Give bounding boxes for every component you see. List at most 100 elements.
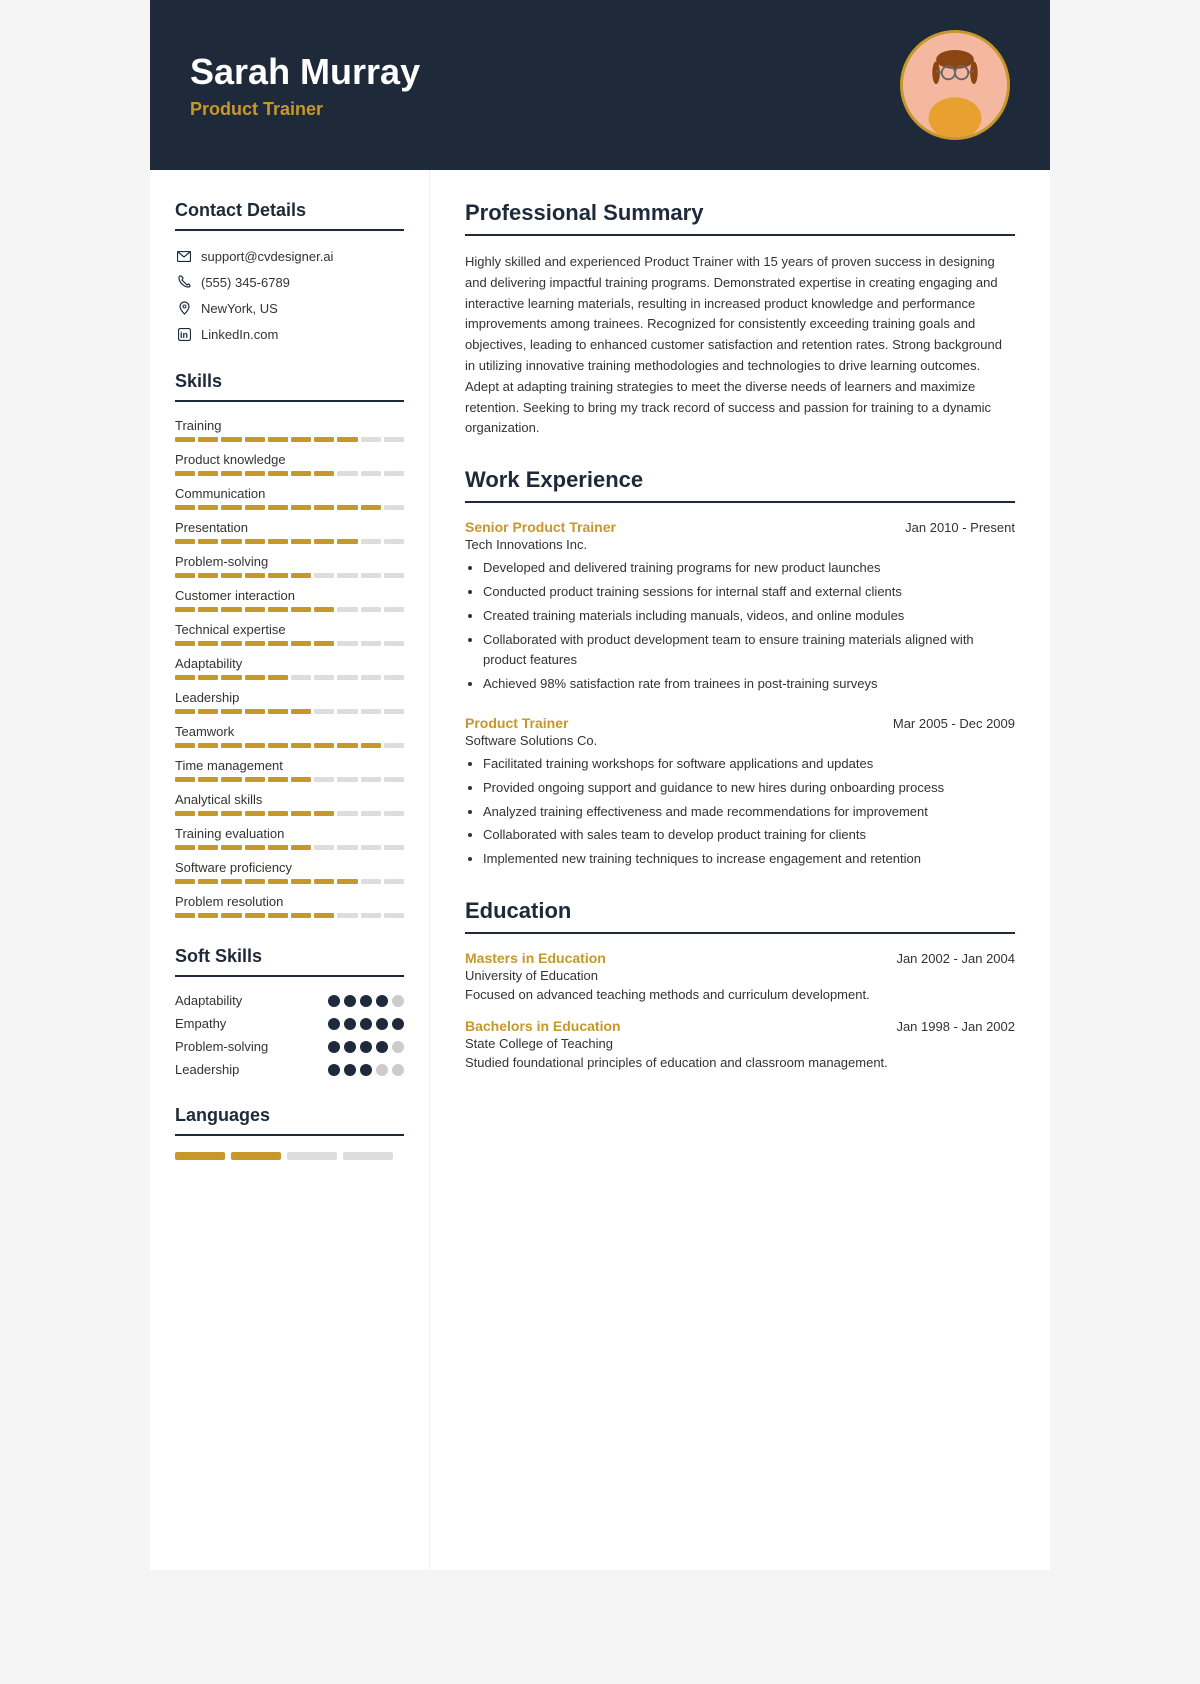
dot <box>360 1018 372 1030</box>
skill-segment <box>245 879 265 884</box>
skill-segment <box>291 913 311 918</box>
skill-segment <box>198 811 218 816</box>
contact-title: Contact Details <box>175 200 404 221</box>
skill-segment <box>337 573 357 578</box>
job-company: Tech Innovations Inc. <box>465 537 1015 552</box>
skill-segment <box>221 675 241 680</box>
job-bullet: Conducted product training sessions for … <box>483 582 1015 603</box>
skill-segment <box>268 777 288 782</box>
work-experience-section: Work Experience Senior Product TrainerJa… <box>465 467 1015 870</box>
skill-segment <box>245 709 265 714</box>
skill-name: Software proficiency <box>175 860 404 875</box>
skill-item: Teamwork <box>175 724 404 748</box>
skill-segment <box>291 743 311 748</box>
skill-segment <box>245 607 265 612</box>
skill-segment <box>245 743 265 748</box>
dot <box>328 995 340 1007</box>
skill-segment <box>384 811 404 816</box>
skill-segment <box>314 539 334 544</box>
skill-segment <box>268 709 288 714</box>
skill-item: Time management <box>175 758 404 782</box>
dot <box>328 1041 340 1053</box>
soft-skill-name: Empathy <box>175 1016 226 1031</box>
skill-segment <box>221 607 241 612</box>
skill-segment <box>384 641 404 646</box>
skills-section: Skills TrainingProduct knowledgeCommunic… <box>175 371 404 918</box>
skill-segment <box>268 879 288 884</box>
soft-skills-section: Soft Skills AdaptabilityEmpathyProblem-s… <box>175 946 404 1077</box>
skills-divider <box>175 400 404 402</box>
education-section: Education Masters in EducationJan 2002 -… <box>465 898 1015 1070</box>
soft-skills-list: AdaptabilityEmpathyProblem-solvingLeader… <box>175 993 404 1077</box>
skill-segment <box>245 539 265 544</box>
skill-segment <box>291 539 311 544</box>
skill-segment <box>291 845 311 850</box>
skill-segment <box>291 811 311 816</box>
linkedin-text: LinkedIn.com <box>201 327 278 342</box>
skill-segment <box>384 437 404 442</box>
skill-segment <box>361 641 381 646</box>
skill-segment <box>175 913 195 918</box>
candidate-title: Product Trainer <box>190 99 420 120</box>
skill-segment <box>314 573 334 578</box>
dot <box>376 1064 388 1076</box>
skill-segment <box>384 471 404 476</box>
skill-segment <box>245 505 265 510</box>
skills-list: TrainingProduct knowledgeCommunicationPr… <box>175 418 404 918</box>
job-title: Senior Product Trainer <box>465 519 616 535</box>
skill-segment <box>198 573 218 578</box>
edu-school: University of Education <box>465 968 1015 983</box>
skill-bar <box>175 573 404 578</box>
soft-skills-divider <box>175 975 404 977</box>
skill-bar <box>175 777 404 782</box>
job-bullet: Implemented new training techniques to i… <box>483 849 1015 870</box>
skill-segment <box>361 505 381 510</box>
skill-name: Analytical skills <box>175 792 404 807</box>
skill-segment <box>175 573 195 578</box>
skill-segment <box>221 709 241 714</box>
job-entry: Product TrainerMar 2005 - Dec 2009Softwa… <box>465 715 1015 870</box>
skill-segment <box>221 845 241 850</box>
skill-segment <box>291 437 311 442</box>
soft-skill-item: Adaptability <box>175 993 404 1008</box>
job-dates: Jan 2010 - Present <box>905 520 1015 535</box>
job-bullet: Provided ongoing support and guidance to… <box>483 778 1015 799</box>
skill-segment <box>337 471 357 476</box>
skill-segment <box>221 913 241 918</box>
skill-segment <box>198 675 218 680</box>
header-left: Sarah Murray Product Trainer <box>190 51 420 120</box>
skill-segment <box>221 777 241 782</box>
skill-segment <box>314 437 334 442</box>
skill-name: Customer interaction <box>175 588 404 603</box>
skill-segment <box>314 879 334 884</box>
skill-name: Technical expertise <box>175 622 404 637</box>
contact-section: Contact Details support@cvdesigner.ai <box>175 200 404 343</box>
skill-item: Problem resolution <box>175 894 404 918</box>
skill-segment <box>175 811 195 816</box>
skill-item: Analytical skills <box>175 792 404 816</box>
skill-item: Product knowledge <box>175 452 404 476</box>
skill-segment <box>384 913 404 918</box>
edu-dates: Jan 1998 - Jan 2002 <box>896 1019 1015 1034</box>
contact-location: NewYork, US <box>175 299 404 317</box>
skill-segment <box>268 641 288 646</box>
skill-segment <box>361 811 381 816</box>
job-bullet: Facilitated training workshops for softw… <box>483 754 1015 775</box>
edu-desc: Studied foundational principles of educa… <box>465 1055 1015 1070</box>
skill-segment <box>198 845 218 850</box>
skill-segment <box>314 505 334 510</box>
skill-segment <box>175 743 195 748</box>
education-list: Masters in EducationJan 2002 - Jan 2004U… <box>465 950 1015 1070</box>
skill-name: Training <box>175 418 404 433</box>
edu-dates: Jan 2002 - Jan 2004 <box>896 951 1015 966</box>
skill-segment <box>337 675 357 680</box>
dot <box>392 1064 404 1076</box>
skill-segment <box>245 913 265 918</box>
skill-segment <box>291 607 311 612</box>
job-bullet: Analyzed training effectiveness and made… <box>483 802 1015 823</box>
soft-skill-item: Empathy <box>175 1016 404 1031</box>
skill-segment <box>384 777 404 782</box>
skill-segment <box>221 539 241 544</box>
skill-bar <box>175 505 404 510</box>
skill-segment <box>361 437 381 442</box>
